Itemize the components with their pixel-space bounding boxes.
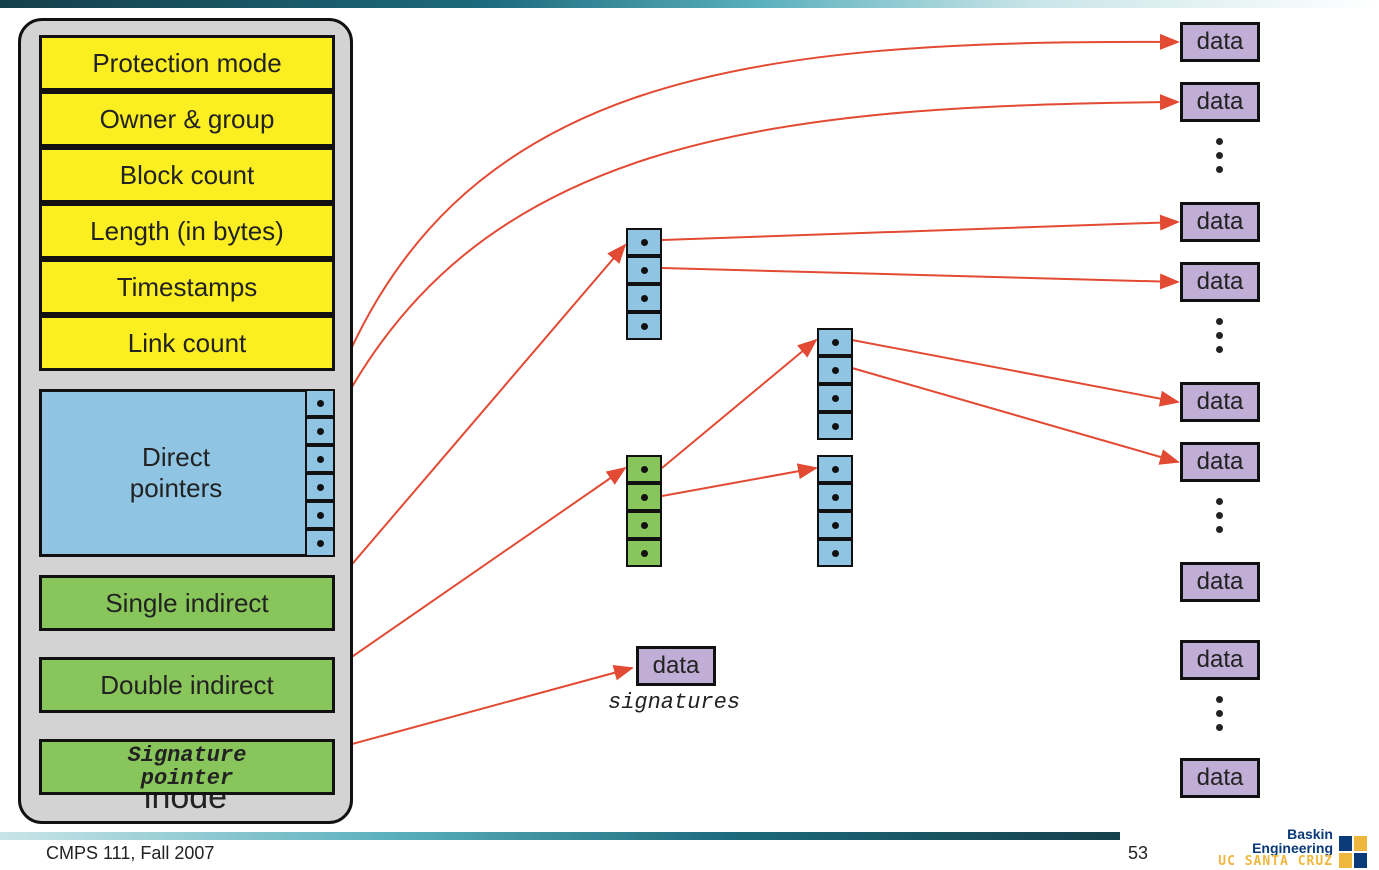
direct-ptr-cell xyxy=(305,529,335,557)
field-protection-text: Protection mode xyxy=(92,48,281,79)
single-indirect-cell xyxy=(626,256,662,284)
direct-ptr-cell xyxy=(305,445,335,473)
double-indirect-cell xyxy=(626,483,662,511)
data-label: data xyxy=(1197,764,1244,792)
direct-ptr-cell xyxy=(305,389,335,417)
data-block: data xyxy=(1180,442,1260,482)
data-block: data xyxy=(1180,202,1260,242)
double-indirect-cell xyxy=(626,539,662,567)
data-label: data xyxy=(1197,28,1244,56)
field-link-count: Link count xyxy=(39,315,335,371)
direct-ptr-cell xyxy=(305,417,335,445)
direct-ptr-cell xyxy=(305,501,335,529)
field-single-indirect: Single indirect xyxy=(39,575,335,631)
slide-footer-bar xyxy=(0,832,1120,840)
field-timestamps-text: Timestamps xyxy=(117,272,258,303)
brand-line1: Baskin xyxy=(1218,827,1333,841)
data-block: data xyxy=(1180,262,1260,302)
single-indirect-text: Single indirect xyxy=(105,588,268,619)
ellipsis-icon xyxy=(1216,696,1223,731)
direct-line2: pointers xyxy=(130,473,223,504)
field-signature-pointer: Signature pointer xyxy=(39,739,335,795)
single-indirect-cell xyxy=(626,284,662,312)
data-label: data xyxy=(1197,646,1244,674)
field-double-indirect: Double indirect xyxy=(39,657,335,713)
inner-ptr-cell xyxy=(817,328,853,356)
ellipsis-icon xyxy=(1216,138,1223,173)
data-block: data xyxy=(1180,382,1260,422)
inner-ptr-cell xyxy=(817,412,853,440)
direct-ptr-cell xyxy=(305,473,335,501)
data-block: data xyxy=(1180,562,1260,602)
inner-ptr-cell xyxy=(817,539,853,567)
double-indirect-text: Double indirect xyxy=(100,670,273,701)
diagram-stage: inode Protection mode Owner & group Bloc… xyxy=(0,0,1379,870)
double-indirect-cell xyxy=(626,455,662,483)
data-block: data xyxy=(1180,22,1260,62)
brand-line3: UC SANTA CRUZ xyxy=(1218,855,1333,868)
inner-ptr-cell xyxy=(817,511,853,539)
field-length: Length (in bytes) xyxy=(39,203,335,259)
sig-ptr-line1: Signature xyxy=(128,744,247,767)
field-timestamps: Timestamps xyxy=(39,259,335,315)
field-block-count: Block count xyxy=(39,147,335,203)
signature-data-block: data xyxy=(636,646,716,686)
field-length-text: Length (in bytes) xyxy=(90,216,284,247)
footer-course: CMPS 111, Fall 2007 xyxy=(46,843,214,864)
footer-page-number: 53 xyxy=(1128,843,1148,864)
field-linkcount-text: Link count xyxy=(128,328,247,359)
data-label: data xyxy=(1197,448,1244,476)
inode-panel: inode Protection mode Owner & group Bloc… xyxy=(18,18,353,824)
single-indirect-cell xyxy=(626,312,662,340)
data-block: data xyxy=(1180,640,1260,680)
data-label: data xyxy=(1197,568,1244,596)
sig-ptr-line2: pointer xyxy=(141,767,233,790)
data-label: data xyxy=(1197,268,1244,296)
brand-line2: Engineering xyxy=(1218,841,1333,855)
ellipsis-icon xyxy=(1216,498,1223,533)
field-owner-text: Owner & group xyxy=(100,104,275,135)
footer-brand: Baskin Engineering UC SANTA CRUZ xyxy=(1218,827,1367,868)
inner-ptr-cell xyxy=(817,455,853,483)
field-protection-mode: Protection mode xyxy=(39,35,335,91)
baskin-logo-icon xyxy=(1339,836,1367,868)
sig-data-label: data xyxy=(653,652,700,680)
data-label: data xyxy=(1197,88,1244,116)
data-block: data xyxy=(1180,758,1260,798)
data-label: data xyxy=(1197,208,1244,236)
field-blockcount-text: Block count xyxy=(120,160,254,191)
direct-line1: Direct xyxy=(142,442,210,473)
ellipsis-icon xyxy=(1216,318,1223,353)
field-owner-group: Owner & group xyxy=(39,91,335,147)
inner-ptr-cell xyxy=(817,483,853,511)
double-indirect-cell xyxy=(626,511,662,539)
data-label: data xyxy=(1197,388,1244,416)
inner-ptr-cell xyxy=(817,356,853,384)
data-block: data xyxy=(1180,82,1260,122)
inner-ptr-cell xyxy=(817,384,853,412)
single-indirect-cell xyxy=(626,228,662,256)
direct-pointers-label: Direct pointers xyxy=(61,389,291,557)
signature-caption: signatures xyxy=(608,690,740,715)
